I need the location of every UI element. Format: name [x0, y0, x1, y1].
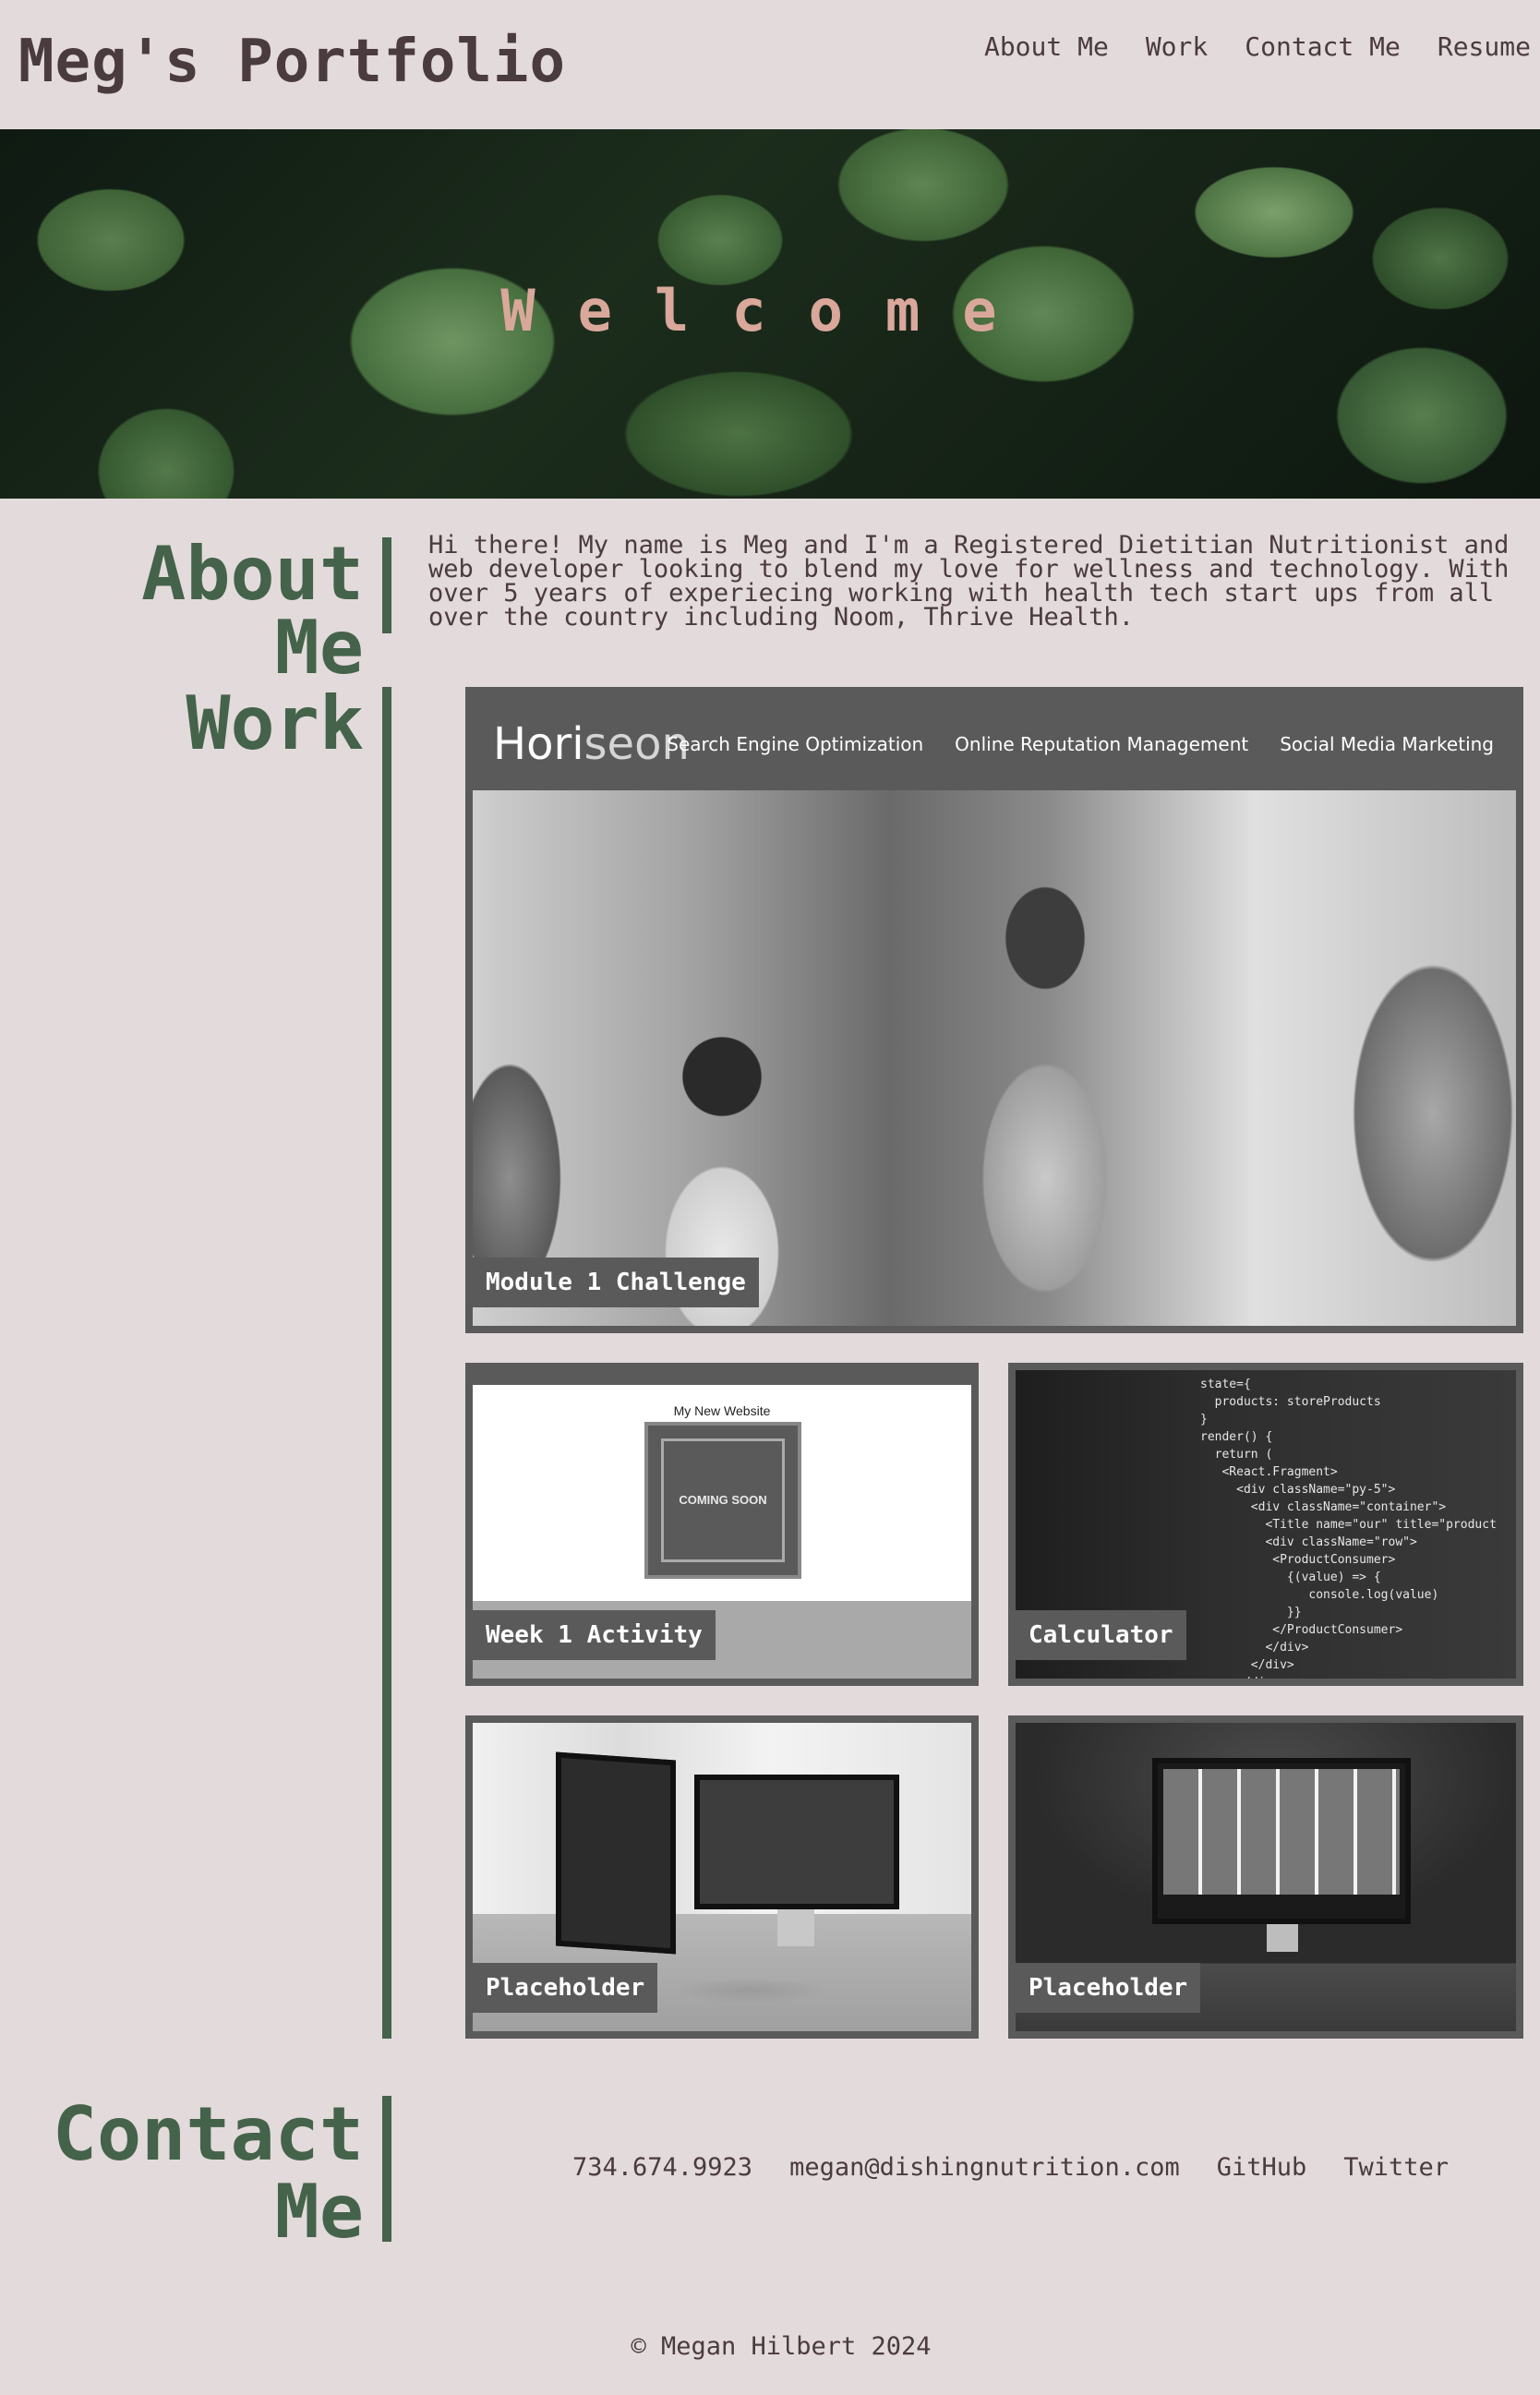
site-title: Meg's Portfolio — [18, 28, 566, 96]
contact-github[interactable]: GitHub — [1217, 2153, 1307, 2182]
preview-navbar — [473, 1370, 971, 1385]
footer-copyright: © Megan Hilbert 2024 — [631, 2332, 932, 2361]
hero-banner: Welcome — [0, 129, 1540, 499]
horiseon-team-photo — [473, 790, 1516, 1326]
horiseon-header: Horiseon Search Engine Optimization Onli… — [473, 694, 1516, 790]
work-divider — [382, 687, 391, 2039]
nav-link-about[interactable]: About Me — [984, 31, 1109, 62]
contact-phone[interactable]: 734.674.9923 — [572, 2153, 752, 2182]
coming-soon-text: COMING SOON — [661, 1438, 785, 1562]
preview-page: My New Website COMING SOON — [473, 1385, 971, 1601]
project-card-placeholder-2[interactable]: Placeholder — [1008, 1715, 1523, 2039]
contact-heading: Contact Me — [52, 2091, 364, 2255]
contact-links: 734.674.9923 megan@dishingnutrition.com … — [572, 2153, 1449, 2182]
main-nav: About Me Work Contact Me Resume — [984, 31, 1531, 62]
project-label: Calculator — [1016, 1610, 1186, 1660]
about-heading: About Me — [141, 531, 364, 691]
project-label: Placeholder — [473, 1963, 658, 2013]
contact-email[interactable]: megan@dishingnutrition.com — [789, 2153, 1180, 2182]
nav-link-resume[interactable]: Resume — [1438, 31, 1531, 62]
horiseon-logo-bold: Hori — [493, 718, 584, 770]
coming-soon-box: COMING SOON — [644, 1422, 801, 1579]
project-label: Placeholder — [1016, 1963, 1201, 2013]
hero-welcome-text: Welcome — [500, 277, 1040, 344]
monitor-shape — [694, 1775, 899, 1909]
about-text: Hi there! My name is Meg and I'm a Regis… — [428, 531, 1510, 632]
project-card-calculator[interactable]: state={ products: storeProducts } render… — [1008, 1363, 1523, 1686]
contact-twitter[interactable]: Twitter — [1343, 2153, 1449, 2182]
project-card-placeholder-1[interactable]: Placeholder — [465, 1715, 979, 2039]
project-card-week-1[interactable]: My New Website COMING SOON Week 1 Activi… — [465, 1363, 979, 1686]
project-card-module-1[interactable]: Horiseon Search Engine Optimization Onli… — [465, 687, 1523, 1333]
preview-heading: My New Website — [673, 1403, 771, 1418]
work-heading: Work — [186, 680, 364, 766]
nav-link-contact[interactable]: Contact Me — [1245, 31, 1401, 62]
horiseon-nav-item: Online Reputation Management — [955, 733, 1249, 755]
monitor-stand — [777, 1909, 814, 1946]
site-header: Meg's Portfolio About Me Work Contact Me… — [0, 0, 1540, 129]
horiseon-nav-item: Search Engine Optimization — [667, 733, 924, 755]
project-label: Module 1 Challenge — [473, 1258, 759, 1307]
horiseon-nav-item: Social Media Marketing — [1280, 733, 1494, 755]
project-label: Week 1 Activity — [473, 1610, 716, 1660]
imac-screen — [1163, 1769, 1400, 1895]
monitor-shape — [556, 1751, 676, 1955]
nav-link-work[interactable]: Work — [1146, 31, 1208, 62]
horiseon-logo: Horiseon — [493, 718, 690, 770]
imac-shape — [1152, 1758, 1411, 1924]
horiseon-nav: Search Engine Optimization Online Reputa… — [667, 733, 1494, 755]
about-divider — [382, 537, 391, 633]
code-decoration: state={ products: storeProducts } render… — [1200, 1378, 1497, 1686]
imac-stand — [1267, 1924, 1298, 1952]
contact-divider — [382, 2096, 391, 2242]
